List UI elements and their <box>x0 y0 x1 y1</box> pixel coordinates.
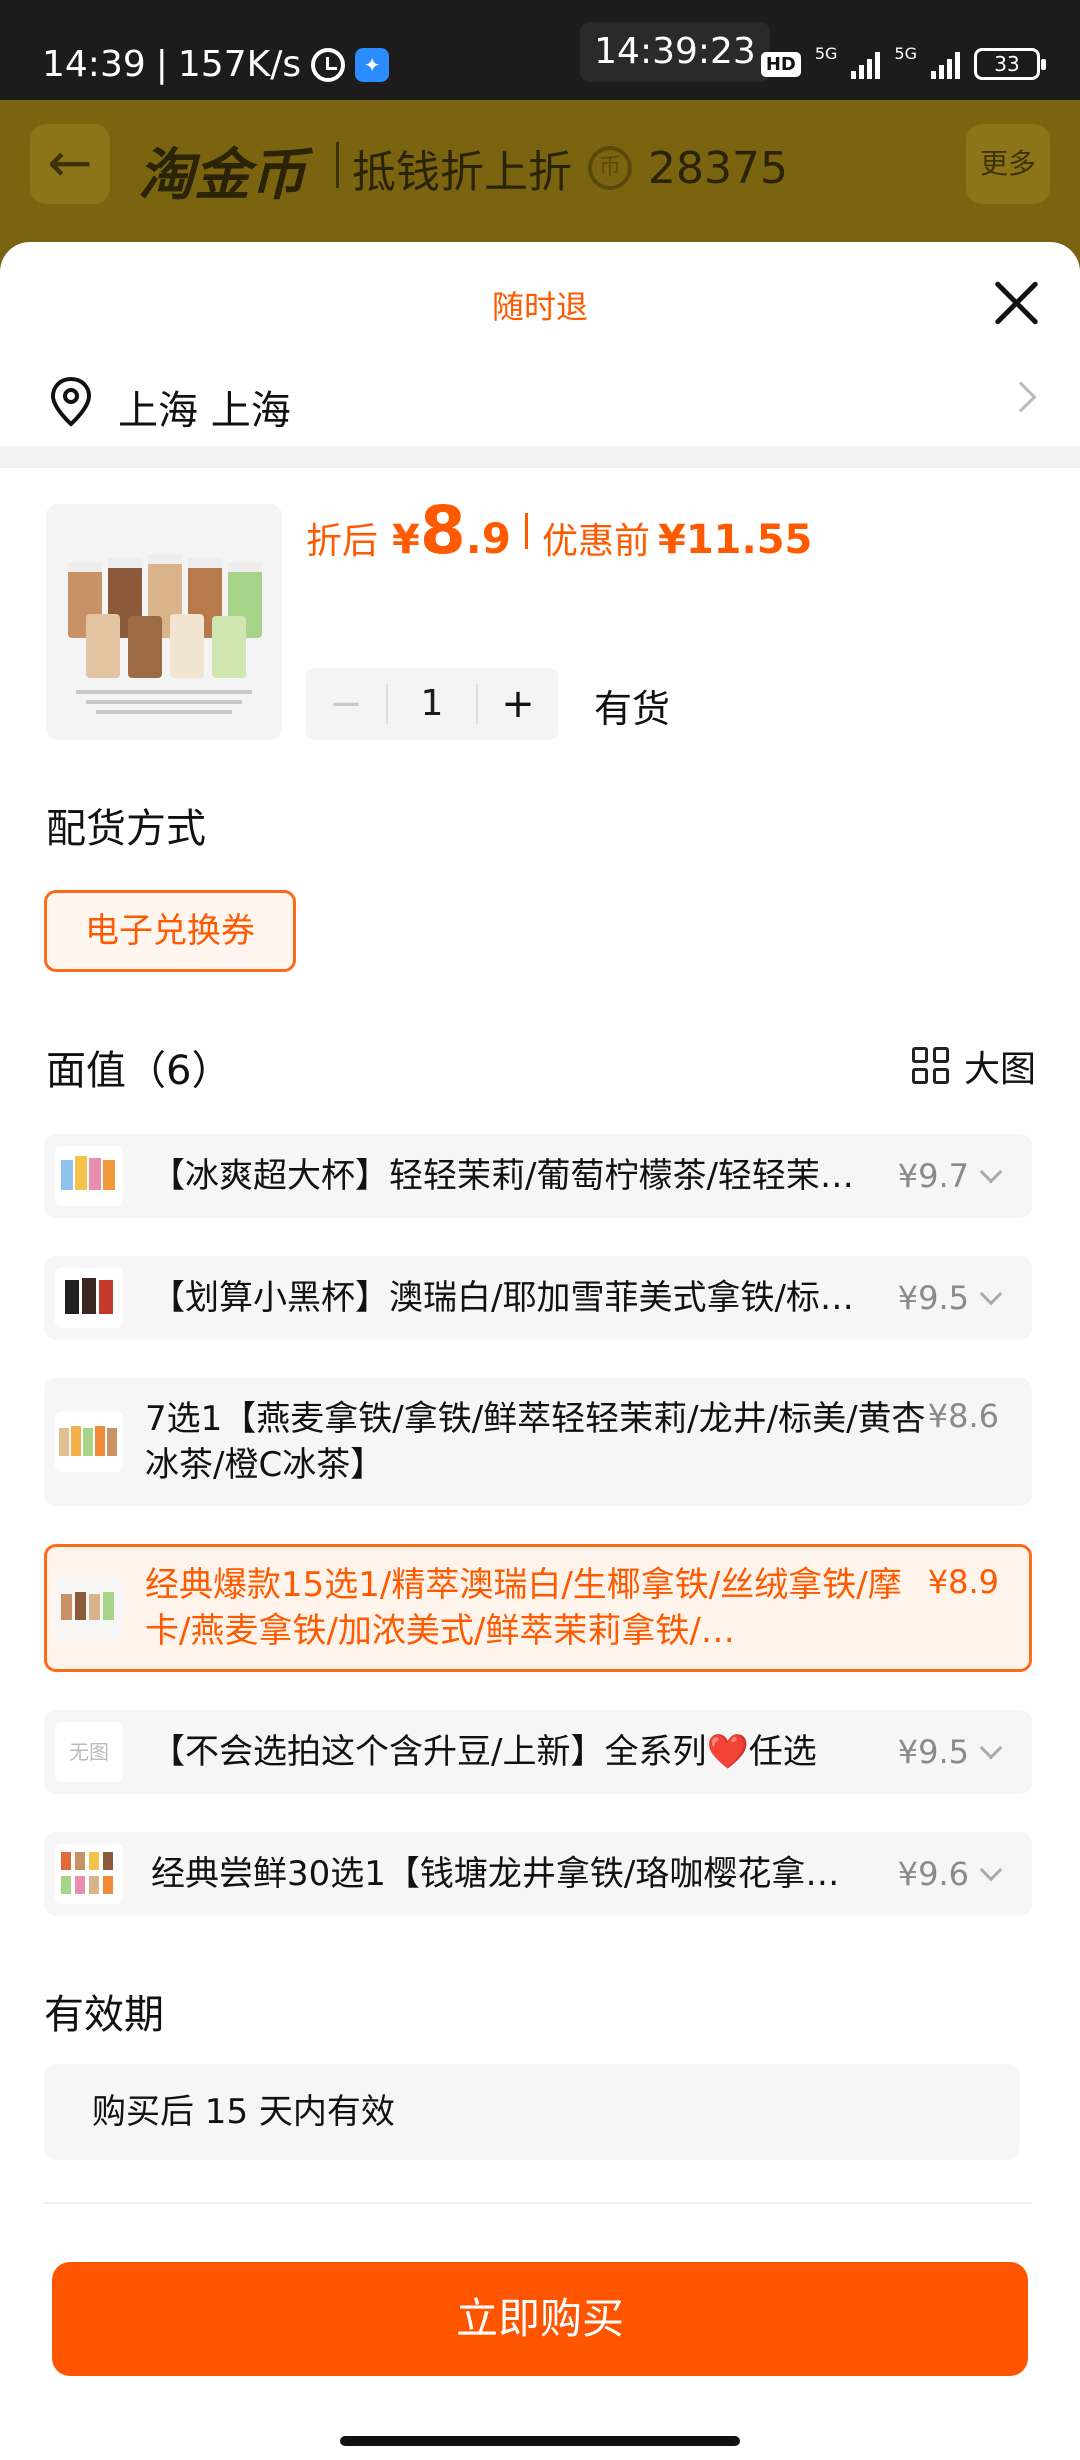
price-before-label: 优惠前 <box>541 521 650 562</box>
status-net-speed: 157K/s <box>177 44 302 85</box>
price-integer: 8 <box>419 492 466 569</box>
background-header: ← 淘金币 抵钱折上折 币 28375 更多 <box>0 100 1080 242</box>
status-bar: 14:39 | 157K/s ✦ 14:39:23 HD 5G 5G 33 <box>0 0 1080 100</box>
network-type-2: 5G <box>894 44 917 63</box>
denomination-option[interactable]: 无图 【不会选拍这个含升豆/上新】全系列❤️任选 ¥9.5 <box>44 1710 1032 1794</box>
location-pin-icon <box>50 376 92 427</box>
status-left: 14:39 | 157K/s ✦ <box>42 44 390 85</box>
denomination-option-selected[interactable]: 经典爆款15选1/精萃澳瑞白/生椰拿铁/丝绒拿铁/摩卡/燕麦拿铁/加浓美式/鲜萃… <box>44 1544 1032 1672</box>
denomination-options: 【冰爽超大杯】轻轻茉莉/葡萄柠檬茶/轻轻茉莉拿铁/橙C冰茶 ¥9.7 【划算小黑… <box>44 1134 1032 1954</box>
option-price: ¥9.6 <box>897 1855 969 1893</box>
option-thumbnail <box>55 1578 123 1638</box>
denomination-option[interactable]: 7选1【燕麦拿铁/拿铁/鲜萃轻轻茉莉/龙井/标美/黄杏冰茶/橙C冰茶】 ¥8.6 <box>44 1378 1032 1506</box>
brand-logo: 淘金币 <box>138 143 306 208</box>
address-row[interactable]: 上海 上海 <box>0 352 1080 452</box>
grid-view-icon <box>911 1047 950 1085</box>
price-divider <box>524 512 528 549</box>
sku-bottom-sheet: 随时退 上海 上海 折后 ¥ 8 .9 优惠前 ¥11.55 − 1 + 有货 … <box>0 242 1080 2460</box>
option-price: ¥9.5 <box>897 1733 969 1771</box>
validity-title: 有效期 <box>44 1992 164 2038</box>
status-separator: | <box>155 44 168 85</box>
option-text: 【划算小黑杯】澳瑞白/耶加雪菲美式拿铁/标准美式 <box>151 1278 871 1318</box>
option-thumbnail <box>55 1268 123 1328</box>
more-button[interactable]: 更多 <box>966 124 1050 204</box>
option-price: ¥8.9 <box>927 1563 999 1601</box>
option-price: ¥9.7 <box>897 1157 969 1195</box>
price-currency: ¥ <box>392 517 420 563</box>
quantity-minus-button[interactable]: − <box>306 681 386 727</box>
delivery-title: 配货方式 <box>46 806 206 852</box>
denomination-option[interactable]: 【划算小黑杯】澳瑞白/耶加雪菲美式拿铁/标准美式 ¥9.5 <box>44 1256 1032 1340</box>
option-thumbnail <box>55 1146 123 1206</box>
option-text: 经典尝鲜30选1【钱塘龙井拿铁/珞咖樱花拿铁】 <box>151 1854 871 1894</box>
stock-status: 有货 <box>594 687 671 731</box>
signal-icon <box>851 49 881 79</box>
close-icon[interactable] <box>990 276 1042 328</box>
price-after-label: 折后 <box>306 521 379 562</box>
address-text: 上海 上海 <box>118 388 291 434</box>
floating-clock: 14:39:23 <box>580 22 770 82</box>
buy-now-button[interactable]: 立即购买 <box>52 2262 1028 2376</box>
product-image-drawing <box>46 504 282 740</box>
price-before-value: ¥11.55 <box>658 517 813 563</box>
option-price: ¥8.6 <box>927 1397 999 1435</box>
network-type-1: 5G <box>814 44 838 63</box>
section-separator <box>0 446 1080 468</box>
option-text: 【不会选拍这个含升豆/上新】全系列❤️任选 <box>151 1732 817 1772</box>
section-divider <box>44 2202 1032 2204</box>
chevron-down-icon <box>979 1736 1003 1760</box>
option-thumbnail <box>55 1844 123 1904</box>
denomination-option[interactable]: 经典尝鲜30选1【钱塘龙井拿铁/珞咖樱花拿铁】 ¥9.6 <box>44 1832 1032 1916</box>
sheet-title: 随时退 <box>491 288 588 326</box>
chevron-down-icon <box>979 1858 1003 1882</box>
chevron-right-icon <box>1005 381 1037 413</box>
option-text: 【冰爽超大杯】轻轻茉莉/葡萄柠檬茶/轻轻茉莉拿铁/橙C冰茶 <box>151 1156 871 1196</box>
status-time: 14:39 <box>42 44 146 85</box>
battery-icon: 33 <box>974 48 1046 80</box>
app-notification-icon: ✦ <box>355 47 390 82</box>
chevron-down-icon <box>979 1160 1003 1184</box>
option-text: 经典爆款15选1/精萃澳瑞白/生椰拿铁/丝绒拿铁/摩卡/燕麦拿铁/加浓美式/鲜萃… <box>145 1565 902 1651</box>
chevron-down-icon <box>979 1282 1003 1306</box>
option-thumbnail <box>55 1412 123 1472</box>
status-right: HD 5G 5G 33 <box>760 44 1046 80</box>
large-view-toggle[interactable]: 大图 <box>911 1040 1036 1092</box>
alarm-icon <box>311 47 346 82</box>
option-text: 7选1【燕麦拿铁/拿铁/鲜萃轻轻茉莉/龙井/标美/黄杏冰茶/橙C冰茶】 <box>145 1399 926 1485</box>
delivery-option-evoucher[interactable]: 电子兑换券 <box>44 890 296 972</box>
hd-icon: HD <box>760 51 801 77</box>
quantity-value[interactable]: 1 <box>386 684 478 724</box>
large-view-label: 大图 <box>963 1049 1036 1090</box>
price-line: 折后 ¥ 8 .9 优惠前 ¥11.55 <box>306 492 812 569</box>
denomination-option[interactable]: 【冰爽超大杯】轻轻茉莉/葡萄柠檬茶/轻轻茉莉拿铁/橙C冰茶 ¥9.7 <box>44 1134 1032 1218</box>
brand-slogan-row: 抵钱折上折 币 28375 <box>352 136 788 200</box>
option-price: ¥9.5 <box>897 1279 969 1317</box>
coin-icon: 币 <box>588 146 632 190</box>
coin-count: 28375 <box>648 142 788 194</box>
validity-text: 购买后 15 天内有效 <box>44 2064 1020 2160</box>
brand-divider <box>336 142 339 188</box>
quantity-stepper: − 1 + <box>306 668 558 740</box>
back-arrow-icon[interactable]: ← <box>30 124 110 204</box>
denomination-title: 面值（6） <box>46 1048 232 1094</box>
signal-icon-2 <box>931 49 960 79</box>
price-decimal: .9 <box>465 514 511 563</box>
quantity-plus-button[interactable]: + <box>478 681 558 727</box>
home-indicator[interactable] <box>340 2436 740 2446</box>
option-no-image: 无图 <box>55 1722 123 1782</box>
product-image[interactable] <box>46 504 282 740</box>
brand-slogan: 抵钱折上折 <box>352 147 572 198</box>
